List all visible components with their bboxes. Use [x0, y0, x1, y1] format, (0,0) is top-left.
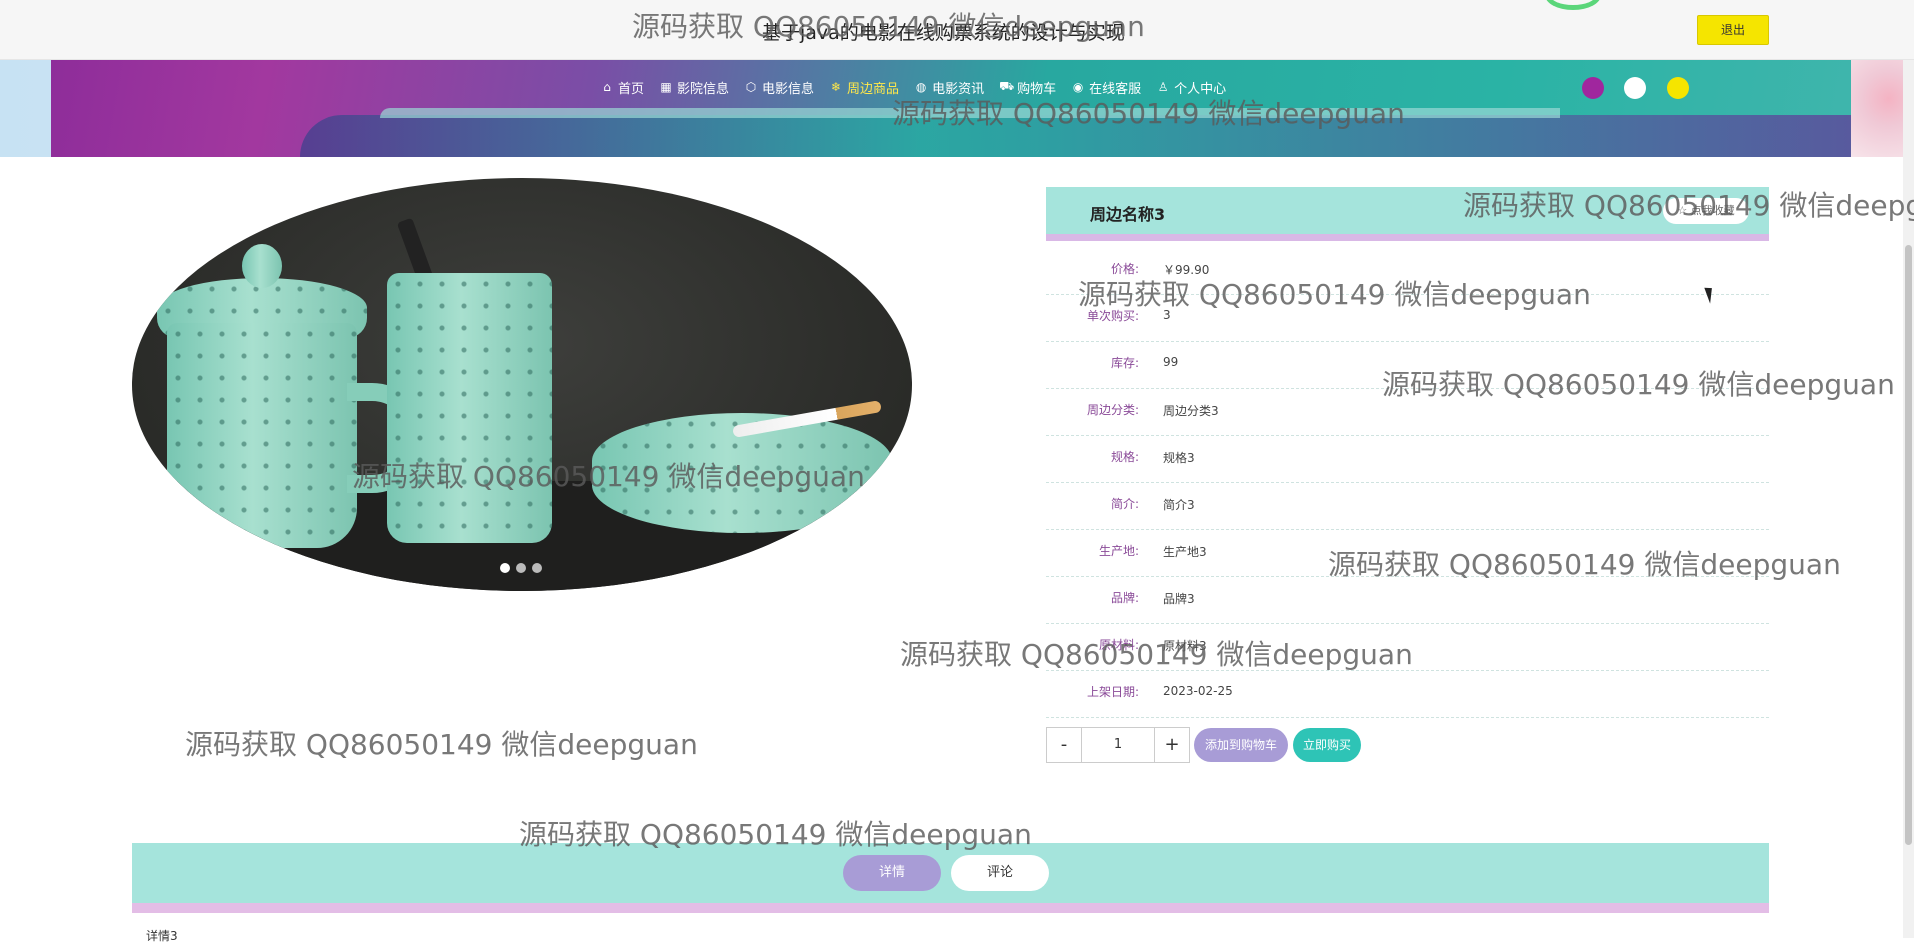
- home-icon: ⌂: [603, 80, 611, 94]
- page-scrollbar[interactable]: [1903, 60, 1914, 938]
- carousel-dot[interactable]: [516, 563, 526, 573]
- pen-holder: [387, 273, 552, 543]
- nav-item-home[interactable]: ⌂ 首页: [600, 77, 644, 97]
- nav-label: 购物车: [1017, 81, 1057, 97]
- attribute-value: 周边分类3: [1163, 404, 1219, 418]
- detail-tabs: 详情 评论: [132, 843, 1769, 913]
- attribute-row: 简介: 简介3: [1046, 483, 1769, 530]
- nav-item-cinema[interactable]: ▦ 影院信息: [659, 77, 729, 97]
- attribute-value: 简介3: [1163, 498, 1195, 512]
- attribute-label: 规格:: [1110, 450, 1139, 464]
- attribute-row: 生产地: 生产地3: [1046, 530, 1769, 577]
- nav-label: 个人中心: [1174, 81, 1227, 97]
- attribute-value: 原材料3: [1163, 639, 1207, 653]
- site-title: 基于java的电影在线购票系统的设计与实现: [762, 22, 1125, 44]
- product-name: 周边名称3: [1090, 205, 1166, 224]
- attribute-label: 简介:: [1110, 497, 1139, 511]
- teacup-knob: [242, 244, 282, 288]
- cube-icon: ⬡: [745, 80, 757, 94]
- quantity-input[interactable]: 1: [1082, 727, 1154, 763]
- attribute-label: 生产地:: [1098, 544, 1139, 558]
- nav-item-profile[interactable]: ♙ 个人中心: [1156, 77, 1226, 97]
- attribute-value: 生产地3: [1163, 545, 1207, 559]
- attribute-row: 单次购买: 3: [1046, 295, 1769, 342]
- attribute-value: 品牌3: [1163, 592, 1195, 606]
- carousel-indicators: [500, 563, 542, 573]
- attribute-label: 库存:: [1110, 356, 1139, 370]
- quantity-increment-button[interactable]: +: [1154, 727, 1190, 763]
- logout-button[interactable]: 退出: [1697, 15, 1769, 45]
- detail-content: 详情3: [146, 929, 178, 943]
- attribute-row: 原材料: 原材料3: [1046, 624, 1769, 671]
- nav-label: 首页: [618, 81, 645, 97]
- nav-item-movies[interactable]: ⬡ 电影信息: [744, 77, 814, 97]
- quantity-decrement-button[interactable]: -: [1046, 727, 1082, 763]
- nav-item-cart[interactable]: ⛟ 购物车: [999, 77, 1056, 97]
- favorite-button[interactable]: ☆ 点我收藏: [1663, 198, 1749, 224]
- add-to-cart-button[interactable]: 添加到购物车: [1194, 728, 1288, 762]
- product-detail-header: 周边名称3 ☆ 点我收藏: [1046, 187, 1769, 241]
- snowflake-icon: ❄: [831, 80, 842, 94]
- attribute-label: 原材料:: [1098, 638, 1139, 652]
- attribute-label: 品牌:: [1110, 591, 1139, 605]
- theme-dot-purple[interactable]: [1582, 77, 1604, 99]
- attribute-row: 品牌: 品牌3: [1046, 577, 1769, 624]
- attribute-value: 2023-02-25: [1163, 684, 1233, 698]
- attribute-row: 库存: 99: [1046, 342, 1769, 389]
- quantity-stepper: - 1 +: [1046, 727, 1190, 763]
- hero-wave-highlight: [380, 108, 1560, 118]
- hero-banner: ⌂ 首页 ▦ 影院信息 ⬡ 电影信息 ❄ 周边商品 ◍ 电影资讯 ⛟ 购物车 ◉ 在线客服 ♙…: [0, 60, 1914, 157]
- nav-item-merchandise[interactable]: ❄ 周边商品: [829, 77, 899, 97]
- teacup: [167, 323, 357, 548]
- decorative-arc: [1545, 0, 1601, 10]
- main-nav: ⌂ 首页 ▦ 影院信息 ⬡ 电影信息 ❄ 周边商品 ◍ 电影资讯 ⛟ 购物车 ◉ 在线客服 ♙…: [600, 77, 1241, 97]
- top-bar: 基于java的电影在线购票系统的设计与实现 退出: [0, 0, 1914, 60]
- scrollbar-thumb[interactable]: [1905, 245, 1912, 845]
- palette-icon: ◍: [915, 80, 927, 94]
- support-icon: ◉: [1072, 80, 1084, 94]
- nav-label: 电影信息: [762, 81, 815, 97]
- theme-dot-yellow[interactable]: [1667, 77, 1689, 99]
- nav-label: 电影资讯: [932, 81, 985, 97]
- nav-label: 在线客服: [1089, 81, 1142, 97]
- watermark: 源码获取 QQ86050149 微信deepguan: [185, 728, 698, 761]
- buy-now-button[interactable]: 立即购买: [1293, 728, 1361, 762]
- nav-label: 影院信息: [677, 81, 730, 97]
- product-image-carousel[interactable]: [132, 178, 912, 591]
- cinema-icon: ▦: [660, 80, 672, 94]
- nav-item-news[interactable]: ◍ 电影资讯: [914, 77, 984, 97]
- attribute-label: 周边分类:: [1086, 403, 1139, 417]
- nav-item-support[interactable]: ◉ 在线客服: [1071, 77, 1141, 97]
- tab-details[interactable]: 详情: [843, 855, 941, 891]
- attribute-label: 单次购买:: [1086, 309, 1139, 323]
- carousel-dot[interactable]: [532, 563, 542, 573]
- attribute-row: 周边分类: 周边分类3: [1046, 389, 1769, 436]
- user-icon: ♙: [1157, 80, 1169, 94]
- attribute-value: 99: [1163, 355, 1179, 369]
- cart-icon: ⛟: [999, 79, 1015, 93]
- carousel-dot[interactable]: [500, 563, 510, 573]
- attribute-row: 规格: 规格3: [1046, 436, 1769, 483]
- attribute-row: 价格: ￥99.90: [1046, 248, 1769, 295]
- nav-label: 周边商品: [847, 81, 900, 97]
- attribute-label: 上架日期:: [1086, 685, 1139, 699]
- attribute-value: ￥99.90: [1163, 263, 1210, 277]
- tab-comments[interactable]: 评论: [951, 855, 1049, 891]
- product-attributes: 价格: ￥99.90 单次购买: 3 库存: 99 周边分类: 周边分类3 规格: 规格3…: [1046, 248, 1769, 718]
- attribute-row: 上架日期: 2023-02-25: [1046, 671, 1769, 718]
- hero-wave: [300, 115, 1851, 157]
- attribute-label: 价格:: [1110, 262, 1139, 276]
- attribute-value: 3: [1163, 308, 1171, 322]
- attribute-value: 规格3: [1163, 451, 1195, 465]
- theme-dot-white[interactable]: [1624, 77, 1646, 99]
